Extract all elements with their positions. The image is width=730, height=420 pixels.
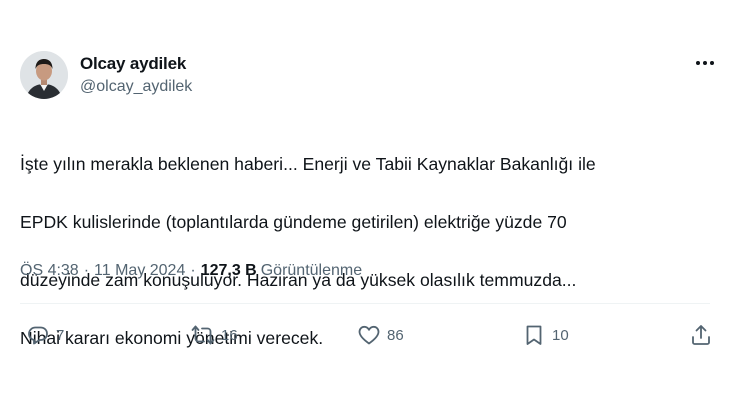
repost-count: 16 <box>221 326 238 344</box>
tweet-date[interactable]: 11 May 2024 <box>94 262 185 280</box>
repost-icon <box>191 325 215 345</box>
share-button[interactable] <box>689 323 713 347</box>
profile-photo-icon <box>20 51 68 99</box>
heart-icon <box>358 325 380 345</box>
tweet-meta: ÖS 4:38 · 11 May 2024 · 127,3 B Görüntül… <box>20 262 362 280</box>
tweet-time[interactable]: ÖS 4:38 <box>20 262 79 280</box>
repost-button[interactable]: 16 <box>191 323 238 347</box>
divider <box>20 303 710 304</box>
reply-button[interactable]: 7 <box>26 323 64 347</box>
tweet-text-line: EPDK kulislerinde (toplantılarda gündeme… <box>20 212 567 232</box>
meta-separator: · <box>83 262 90 279</box>
tweet-card: Olcay aydilek @olcay_aydilek İşte yılın … <box>0 0 730 420</box>
views-label: Görüntülenme <box>260 262 363 279</box>
bookmark-icon <box>526 325 542 345</box>
more-options-icon[interactable] <box>694 56 716 70</box>
avatar[interactable] <box>20 51 68 99</box>
share-icon <box>692 325 710 345</box>
views-count: 127,3 B <box>200 262 257 279</box>
bookmark-button[interactable]: 10 <box>522 323 569 347</box>
bookmark-count: 10 <box>552 326 569 344</box>
reply-icon <box>28 326 48 345</box>
like-count: 86 <box>387 326 404 344</box>
author-display-name[interactable]: Olcay aydilek <box>80 54 186 74</box>
like-button[interactable]: 86 <box>357 323 404 347</box>
tweet-text-line: İşte yılın merakla beklenen haberi... En… <box>20 154 596 174</box>
author-handle[interactable]: @olcay_aydilek <box>80 78 192 96</box>
meta-separator: · <box>190 262 196 279</box>
reply-count: 7 <box>56 326 65 344</box>
